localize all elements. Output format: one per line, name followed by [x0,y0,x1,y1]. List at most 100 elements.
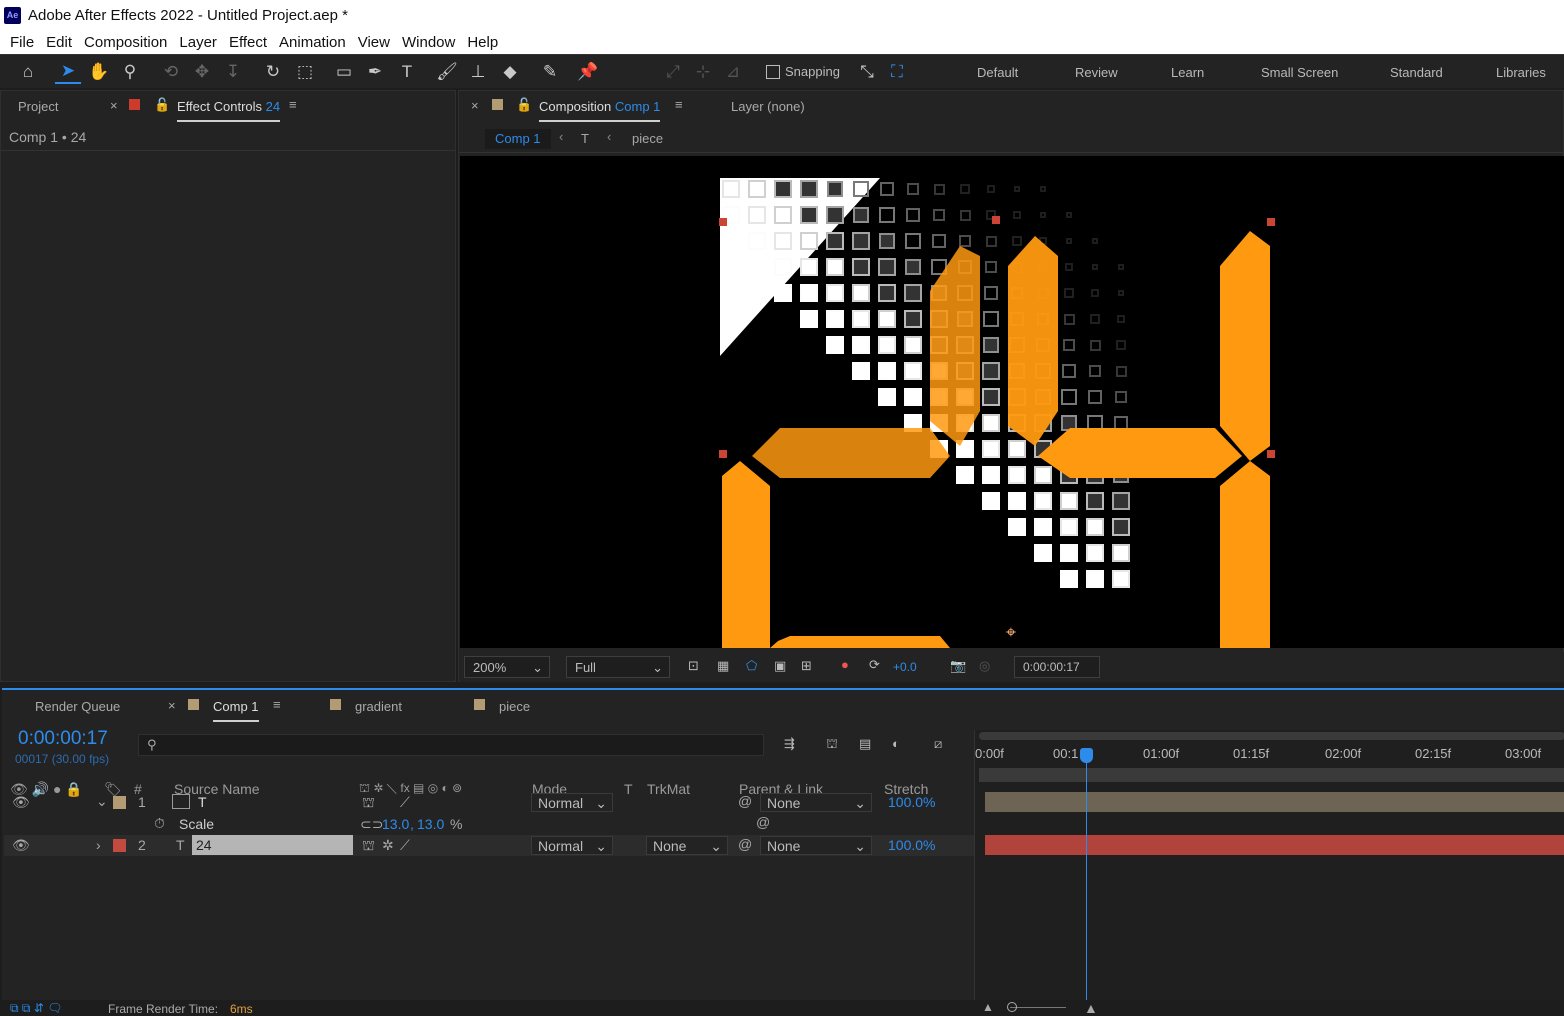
quality-switch-icon[interactable]: ⟋ [400,837,410,854]
puppet-pin-icon[interactable]: 📌 [575,60,601,84]
transform-handle[interactable] [719,218,727,226]
mask-visibility-icon[interactable]: ⬠ [746,658,757,674]
menu-animation[interactable]: Animation [273,34,352,51]
zoom-in-icon[interactable]: ▲ [1084,1000,1098,1016]
menu-composition[interactable]: Composition [78,34,173,51]
menu-layer[interactable]: Layer [173,34,223,51]
selection-tool-icon[interactable]: ➤ [55,60,81,84]
time-graph[interactable]: 0:00f 00:1 01:00f 01:15f 02:00f 02:15f 0… [974,730,1564,1002]
motion-blur-icon[interactable]: ◐ [892,736,900,751]
frame-blending-icon[interactable]: ▤ [859,736,871,752]
fast-preview-icon[interactable]: ⊡ [688,658,699,674]
panel-menu-icon[interactable]: ≡ [273,697,281,712]
hand-tool-icon[interactable]: ✋ [86,60,112,84]
layer-name[interactable]: T [198,794,207,810]
snapping-toggle[interactable]: Snapping [766,64,840,79]
layer-bar-2[interactable] [985,835,1564,855]
graph-editor-icon[interactable]: ⧄ [934,736,942,752]
workspace-learn[interactable]: Learn [1171,65,1204,80]
collapse-switch-icon[interactable]: ✲ [382,837,394,854]
pan-behind-icon[interactable]: ⬚ [292,60,318,84]
label-swatch[interactable] [113,796,126,809]
composition-viewport[interactable]: ⌖ [460,156,1564,648]
transform-handle[interactable] [1267,218,1275,226]
quality-switch-icon[interactable]: ⟋ [400,794,410,811]
viewer-timecode[interactable]: 0:00:00:17 [1014,656,1100,678]
status-icons[interactable]: ⧉ ⧉ ⇵ 🗨 [10,1001,62,1016]
shy-switch-icon[interactable]: ⛫ [362,794,375,813]
comp-flowchart-icon[interactable]: ⇶ [784,736,795,752]
camera-icon[interactable]: 📷 [950,658,966,674]
lock-icon[interactable]: 🔓 [154,97,170,113]
work-area-range[interactable] [979,768,1564,782]
zoom-slider[interactable] [1010,1007,1066,1008]
stopwatch-icon[interactable]: ⏱ [154,815,165,832]
label-swatch[interactable] [113,839,126,852]
lock-icon[interactable]: 🔓 [516,97,532,113]
eye-icon[interactable]: 👁 [12,837,30,854]
mode-select[interactable]: Normal ⌄ [531,793,613,812]
reset-exposure-icon[interactable]: ⟳ [869,657,880,673]
pen-tool-icon[interactable]: ✒ [362,60,388,84]
search-input[interactable]: ⚲ [138,734,764,756]
pick-whip-icon[interactable]: @ [738,836,752,852]
chevron-down-icon[interactable]: ⌄ [96,793,108,810]
tab-project[interactable]: Project [18,99,58,114]
zoom-slider-handle[interactable] [1007,1002,1017,1012]
layer-row-2[interactable]: 👁 › 2 T 24 ⛫ ✲ ⟋ Normal ⌄ None ⌄ @ None ⌄ 1… [4,835,974,856]
menu-effect[interactable]: Effect [223,34,273,51]
pan-camera-icon[interactable]: ✥ [189,60,215,84]
panel-menu-icon[interactable]: ≡ [675,97,683,112]
exposure-value[interactable]: +0.0 [893,660,917,674]
home-icon[interactable]: ⌂ [15,60,41,84]
roto-brush-icon[interactable]: ✎ [537,60,563,84]
menu-file[interactable]: File [4,34,40,51]
scale-y[interactable]: 13.0 [417,816,444,832]
clone-stamp-icon[interactable]: ⊥ [465,60,491,84]
pick-whip-icon[interactable]: @ [738,793,752,809]
playhead-handle[interactable] [1080,748,1093,763]
type-tool-icon[interactable]: T [394,60,420,84]
snap-edges-icon[interactable]: ⤡ [854,60,880,84]
parent-select[interactable]: None ⌄ [760,793,872,812]
dolly-camera-icon[interactable]: ↧ [220,60,246,84]
guides-icon[interactable]: ⊞ [801,658,812,674]
breadcrumb-piece[interactable]: piece [632,131,663,146]
rectangle-tool-icon[interactable]: ▭ [331,60,357,84]
zoom-select[interactable]: 200% ⌄ [464,656,550,678]
menu-edit[interactable]: Edit [40,34,78,51]
eye-icon[interactable]: 👁 [12,794,30,811]
layer-row-1[interactable]: 👁 ⌄ 1 T ⛫ ⟋ Normal ⌄ @ None ⌄ 100.0% [4,792,974,813]
world-axis-icon[interactable]: ⊿ [720,60,746,84]
zoom-tool-icon[interactable]: ⚲ [117,60,143,84]
workspace-libraries[interactable]: Libraries [1496,65,1546,80]
tab-composition[interactable]: Composition Comp 1 [539,99,661,122]
close-icon[interactable]: × [110,98,118,113]
expression-icon[interactable]: @ [756,814,770,830]
stretch-value[interactable]: 100.0% [888,794,935,810]
mode-select[interactable]: Normal ⌄ [531,836,613,855]
panel-menu-icon[interactable]: ≡ [289,97,297,112]
orbit-camera-icon[interactable]: ⟲ [158,60,184,84]
close-icon[interactable]: × [471,98,479,113]
breadcrumb-t[interactable]: T [581,131,589,146]
breadcrumb-comp1[interactable]: Comp 1 [485,129,551,149]
layer-name-field[interactable]: 24 [192,835,353,855]
show-snapshot-icon[interactable]: ◎ [979,658,990,674]
eraser-tool-icon[interactable]: ◆ [497,60,523,84]
trkmat-select[interactable]: None ⌄ [646,836,728,855]
tab-render-queue[interactable]: Render Queue [35,699,120,714]
resolution-select[interactable]: Full ⌄ [566,656,670,678]
axis-icon[interactable]: ⊹ [690,60,716,84]
align-icon[interactable]: ⤢ [660,60,686,84]
constrain-link-icon[interactable]: ⊂⊃ [360,816,383,833]
chevron-right-icon[interactable]: › [96,837,101,853]
transform-handle[interactable] [992,216,1000,224]
workspace-standard[interactable]: Standard [1390,65,1443,80]
menu-help[interactable]: Help [461,34,504,51]
workspace-default[interactable]: Default [977,65,1018,80]
stretch-value[interactable]: 100.0% [888,837,935,853]
workspace-review[interactable]: Review [1075,65,1118,80]
current-time[interactable]: 0:00:00:17 [18,728,108,750]
tab-layer[interactable]: Layer (none) [731,99,805,114]
